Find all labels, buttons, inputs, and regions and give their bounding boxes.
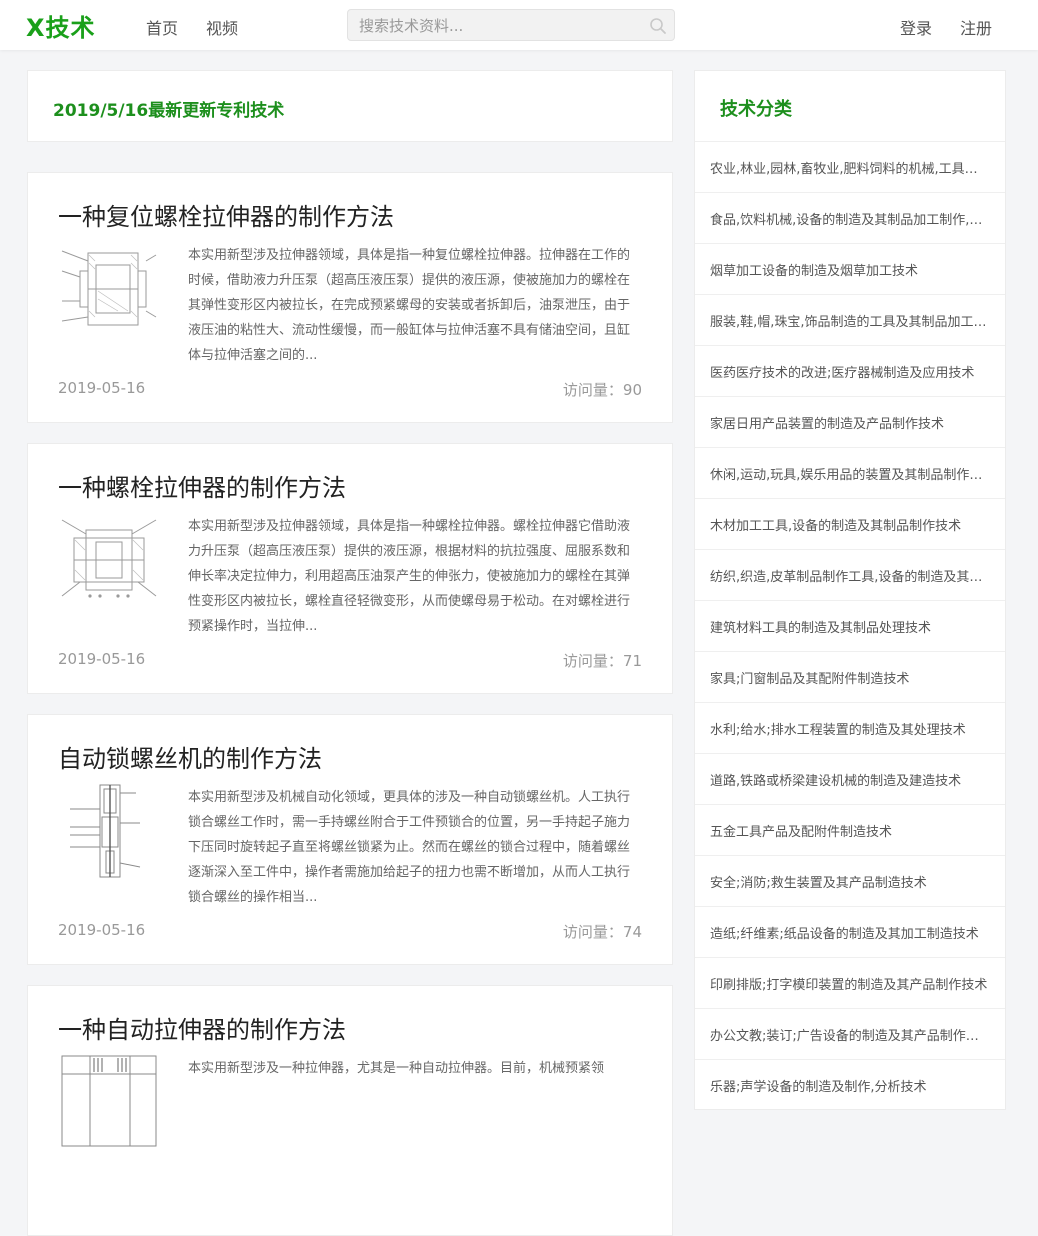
category-item[interactable]: 办公文教;装订;广告设备的制造及其产品制作技术 <box>695 1008 1005 1059</box>
category-item[interactable]: 造纸;纤维素;纸品设备的制造及其加工制造技术 <box>695 906 1005 957</box>
category-item[interactable]: 印刷排版;打字模印装置的制造及其产品制作技术 <box>695 957 1005 1008</box>
post-title-link[interactable]: 一种自动拉伸器的制作方法 <box>58 1010 346 1045</box>
sidebar-title: 技术分类 <box>720 99 792 120</box>
category-item[interactable]: 家居日用产品装置的制造及产品制作技术 <box>695 396 1005 447</box>
category-sidebar: 技术分类 农业,林业,园林,畜牧业,肥料饲料的机械,工具制造及其应用技术 食品,… <box>694 70 1006 1110</box>
post-title-link[interactable]: 一种复位螺栓拉伸器的制作方法 <box>58 197 394 232</box>
post-thumbnail[interactable] <box>60 1054 158 1150</box>
patent-drawing-icon <box>70 784 141 878</box>
category-item[interactable]: 建筑材料工具的制造及其制品处理技术 <box>695 600 1005 651</box>
post-thumbnail[interactable] <box>60 241 158 337</box>
post-excerpt: 本实用新型涉及一种拉伸器，尤其是一种自动拉伸器。目前，机械预紧领 <box>188 1061 605 1076</box>
category-item[interactable]: 乐器;声学设备的制造及制作,分析技术 <box>695 1059 1005 1110</box>
category-item[interactable]: 纺织,织造,皮革制品制作工具,设备的制造及其制品加工技术 <box>695 549 1005 600</box>
search-box <box>347 9 675 41</box>
post-date: 2019-05-16 <box>58 379 146 397</box>
post-card: 一种螺栓拉伸器的制作方法 本实用新型涉及拉伸器领域，具体是指一种螺栓拉伸器。螺栓… <box>27 443 673 694</box>
post-view-count: 访问量：71 <box>562 652 642 670</box>
search-icon[interactable] <box>649 17 667 35</box>
search-input[interactable] <box>357 15 641 37</box>
post-thumbnail[interactable] <box>60 512 158 608</box>
post-excerpt: 本实用新型涉及拉伸器领域，具体是指一种螺栓拉伸器。螺栓拉伸器它借助液力升压泵（超… <box>188 519 631 634</box>
category-item[interactable]: 家具;门窗制品及其配附件制造技术 <box>695 651 1005 702</box>
post-thumbnail[interactable] <box>60 783 158 879</box>
post-title-link[interactable]: 自动锁螺丝机的制作方法 <box>58 739 322 774</box>
post-date: 2019-05-16 <box>58 650 146 668</box>
site-logo[interactable]: X技术 <box>26 9 96 42</box>
page-title: 2019/5/16最新更新专利技术 <box>53 101 285 121</box>
post-view-count: 访问量：74 <box>562 923 642 941</box>
register-link[interactable]: 注册 <box>960 15 992 39</box>
category-item[interactable]: 烟草加工设备的制造及烟草加工技术 <box>695 243 1005 294</box>
post-card: 一种复位螺栓拉伸器的制作方法 本实用新型涉及拉伸器领域，具体是指一种复位螺栓拉伸… <box>27 172 673 423</box>
logo-text: X技术 <box>26 13 96 42</box>
category-item[interactable]: 休闲,运动,玩具,娱乐用品的装置及其制品制作技术 <box>695 447 1005 498</box>
patent-drawing-icon <box>61 1055 157 1147</box>
post-excerpt: 本实用新型涉及拉伸器领域，具体是指一种复位螺栓拉伸器。拉伸器在工作的时候，借助液… <box>188 248 631 363</box>
category-item[interactable]: 食品,饮料机械,设备的制造及其制品加工制作,储藏技术 <box>695 192 1005 243</box>
category-item[interactable]: 木材加工工具,设备的制造及其制品制作技术 <box>695 498 1005 549</box>
post-card: 自动锁螺丝机的制作方法 本实用新型涉及机械自动化领域，更具体的涉及一种自动锁螺丝… <box>27 714 673 965</box>
login-link[interactable]: 登录 <box>900 15 932 39</box>
post-view-count: 访问量：90 <box>562 381 642 399</box>
category-item[interactable]: 医药医疗技术的改进;医疗器械制造及应用技术 <box>695 345 1005 396</box>
category-item[interactable]: 安全;消防;救生装置及其产品制造技术 <box>695 855 1005 906</box>
category-item[interactable]: 五金工具产品及配附件制造技术 <box>695 804 1005 855</box>
top-navigation-bar: X技术 首页 视频 登录 注册 <box>0 0 1038 50</box>
post-card: 一种自动拉伸器的制作方法 本实用新型涉及一种拉伸器，尤其是一种自动拉伸器。目前，… <box>27 985 673 1236</box>
post-title-link[interactable]: 一种螺栓拉伸器的制作方法 <box>58 468 346 503</box>
category-item[interactable]: 农业,林业,园林,畜牧业,肥料饲料的机械,工具制造及其应用技术 <box>695 141 1005 192</box>
nav-home-link[interactable]: 首页 <box>146 15 178 39</box>
category-item[interactable]: 水利;给水;排水工程装置的制造及其处理技术 <box>695 702 1005 753</box>
patent-drawing-icon <box>61 250 157 326</box>
date-heading-card: 2019/5/16最新更新专利技术 <box>27 70 673 142</box>
category-item[interactable]: 道路,铁路或桥梁建设机械的制造及建造技术 <box>695 753 1005 804</box>
post-excerpt: 本实用新型涉及机械自动化领域，更具体的涉及一种自动锁螺丝机。人工执行锁合螺丝工作… <box>188 790 631 905</box>
patent-drawing-icon <box>61 519 157 598</box>
nav-video-link[interactable]: 视频 <box>206 15 238 39</box>
post-date: 2019-05-16 <box>58 921 146 939</box>
category-item[interactable]: 服装,鞋,帽,珠宝,饰品制造的工具及其制品加工技术 <box>695 294 1005 345</box>
category-list: 农业,林业,园林,畜牧业,肥料饲料的机械,工具制造及其应用技术 食品,饮料机械,… <box>695 141 1005 1110</box>
